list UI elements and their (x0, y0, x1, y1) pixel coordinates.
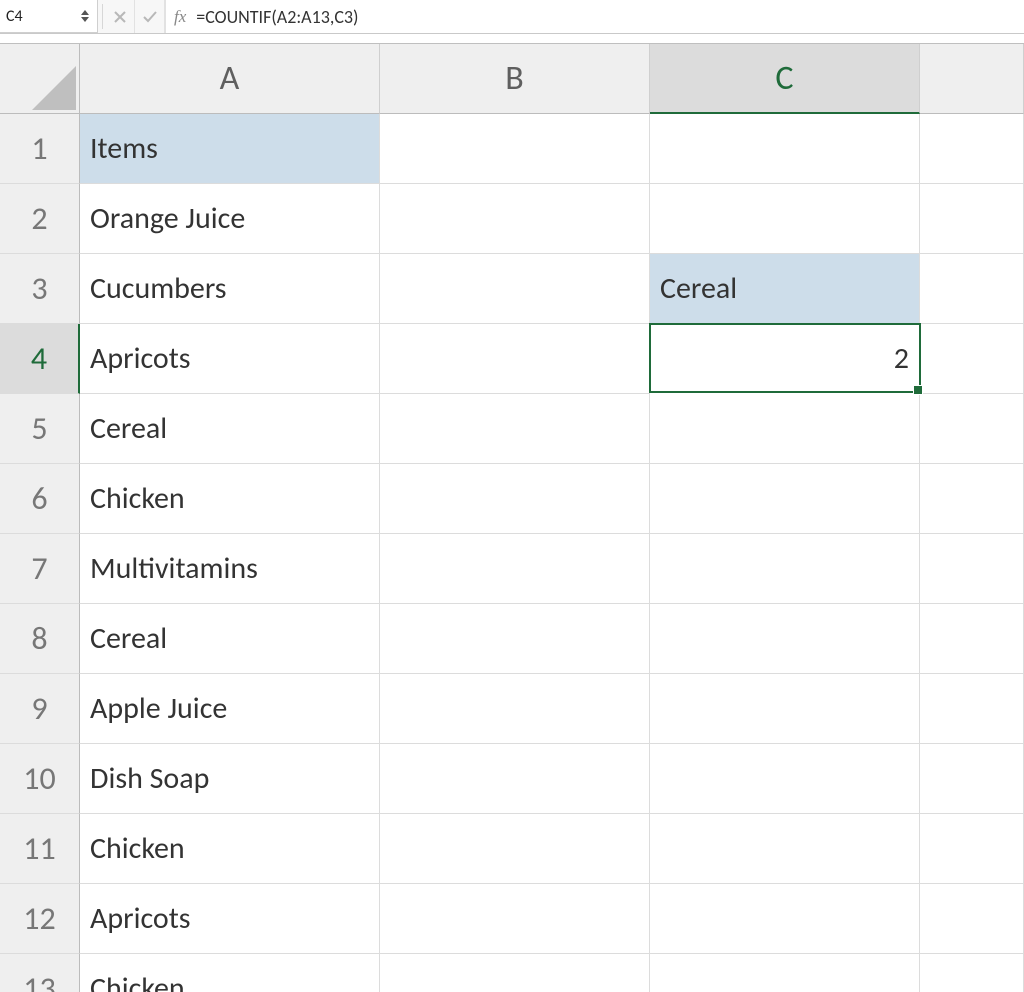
divider (102, 4, 103, 29)
cell-B2[interactable] (380, 184, 650, 254)
row-header-7[interactable]: 7 (0, 534, 80, 604)
col-header-B[interactable]: B (380, 44, 650, 114)
cell-B9[interactable] (380, 674, 650, 744)
row-header-5[interactable]: 5 (0, 394, 80, 464)
cell-C10[interactable] (650, 744, 920, 814)
sheet-top-border (0, 34, 1024, 44)
row-header-2[interactable]: 2 (0, 184, 80, 254)
cell-B1[interactable] (380, 114, 650, 184)
fx-icon: fx (174, 7, 186, 27)
cell-B7[interactable] (380, 534, 650, 604)
col-header-C[interactable]: C (650, 44, 920, 114)
cell-D6[interactable] (920, 464, 1024, 534)
spreadsheet-grid[interactable]: A B C 1 Items 2 Orange Juice 3 Cucumbers… (0, 44, 1024, 992)
cell-D13[interactable] (920, 954, 1024, 992)
row-header-1[interactable]: 1 (0, 114, 80, 184)
check-icon (142, 10, 158, 24)
cell-A11[interactable]: Chicken (80, 814, 380, 884)
formula-input[interactable]: fx =COUNTIF(A2:A13,C3) (165, 0, 1024, 33)
cell-A4[interactable]: Apricots (80, 324, 380, 394)
cell-C2[interactable] (650, 184, 920, 254)
cell-C7[interactable] (650, 534, 920, 604)
select-all-corner[interactable] (0, 44, 80, 114)
cell-D10[interactable] (920, 744, 1024, 814)
col-header-A[interactable]: A (80, 44, 380, 114)
cell-B12[interactable] (380, 884, 650, 954)
cell-C3[interactable]: Cereal (650, 254, 920, 324)
cell-C12[interactable] (650, 884, 920, 954)
name-box[interactable]: C4 (0, 0, 98, 33)
cell-D12[interactable] (920, 884, 1024, 954)
cell-B4[interactable] (380, 324, 650, 394)
cell-C5[interactable] (650, 394, 920, 464)
cell-D11[interactable] (920, 814, 1024, 884)
cell-A1[interactable]: Items (80, 114, 380, 184)
cell-C13[interactable] (650, 954, 920, 992)
chevron-down-icon (81, 17, 89, 22)
cell-A10[interactable]: Dish Soap (80, 744, 380, 814)
cell-A5[interactable]: Cereal (80, 394, 380, 464)
cell-A9[interactable]: Apple Juice (80, 674, 380, 744)
cell-D3[interactable] (920, 254, 1024, 324)
cell-D5[interactable] (920, 394, 1024, 464)
cell-D9[interactable] (920, 674, 1024, 744)
confirm-button[interactable] (135, 0, 165, 33)
name-box-stepper[interactable] (81, 10, 89, 22)
cell-D8[interactable] (920, 604, 1024, 674)
cell-A3[interactable]: Cucumbers (80, 254, 380, 324)
row-header-11[interactable]: 11 (0, 814, 80, 884)
formula-text: =COUNTIF(A2:A13,C3) (196, 6, 358, 28)
cell-B11[interactable] (380, 814, 650, 884)
col-header-extra[interactable] (920, 44, 1024, 114)
cell-B10[interactable] (380, 744, 650, 814)
cell-D1[interactable] (920, 114, 1024, 184)
row-header-8[interactable]: 8 (0, 604, 80, 674)
cell-C1[interactable] (650, 114, 920, 184)
cell-A12[interactable]: Apricots (80, 884, 380, 954)
cell-A13[interactable]: Chicken (80, 954, 380, 992)
cell-C6[interactable] (650, 464, 920, 534)
cell-B13[interactable] (380, 954, 650, 992)
cell-D4[interactable] (920, 324, 1024, 394)
row-header-6[interactable]: 6 (0, 464, 80, 534)
row-header-9[interactable]: 9 (0, 674, 80, 744)
cell-A7[interactable]: Multivitamins (80, 534, 380, 604)
row-header-4[interactable]: 4 (0, 324, 80, 394)
cell-C4[interactable]: 2 (649, 323, 921, 393)
cell-B5[interactable] (380, 394, 650, 464)
close-icon (113, 10, 127, 24)
cell-A8[interactable]: Cereal (80, 604, 380, 674)
cell-C9[interactable] (650, 674, 920, 744)
cell-C11[interactable] (650, 814, 920, 884)
cell-A2[interactable]: Orange Juice (80, 184, 380, 254)
row-header-12[interactable]: 12 (0, 884, 80, 954)
row-header-10[interactable]: 10 (0, 744, 80, 814)
cell-A6[interactable]: Chicken (80, 464, 380, 534)
cell-D2[interactable] (920, 184, 1024, 254)
chevron-up-icon (81, 10, 89, 15)
formula-bar: C4 fx =COUNTIF(A2:A13,C3) (0, 0, 1024, 34)
cancel-button[interactable] (105, 0, 135, 33)
cell-B3[interactable] (380, 254, 650, 324)
name-box-value: C4 (6, 7, 77, 26)
row-header-13[interactable]: 13 (0, 954, 80, 992)
cell-B6[interactable] (380, 464, 650, 534)
row-header-3[interactable]: 3 (0, 254, 80, 324)
cell-C8[interactable] (650, 604, 920, 674)
cell-B8[interactable] (380, 604, 650, 674)
cell-D7[interactable] (920, 534, 1024, 604)
